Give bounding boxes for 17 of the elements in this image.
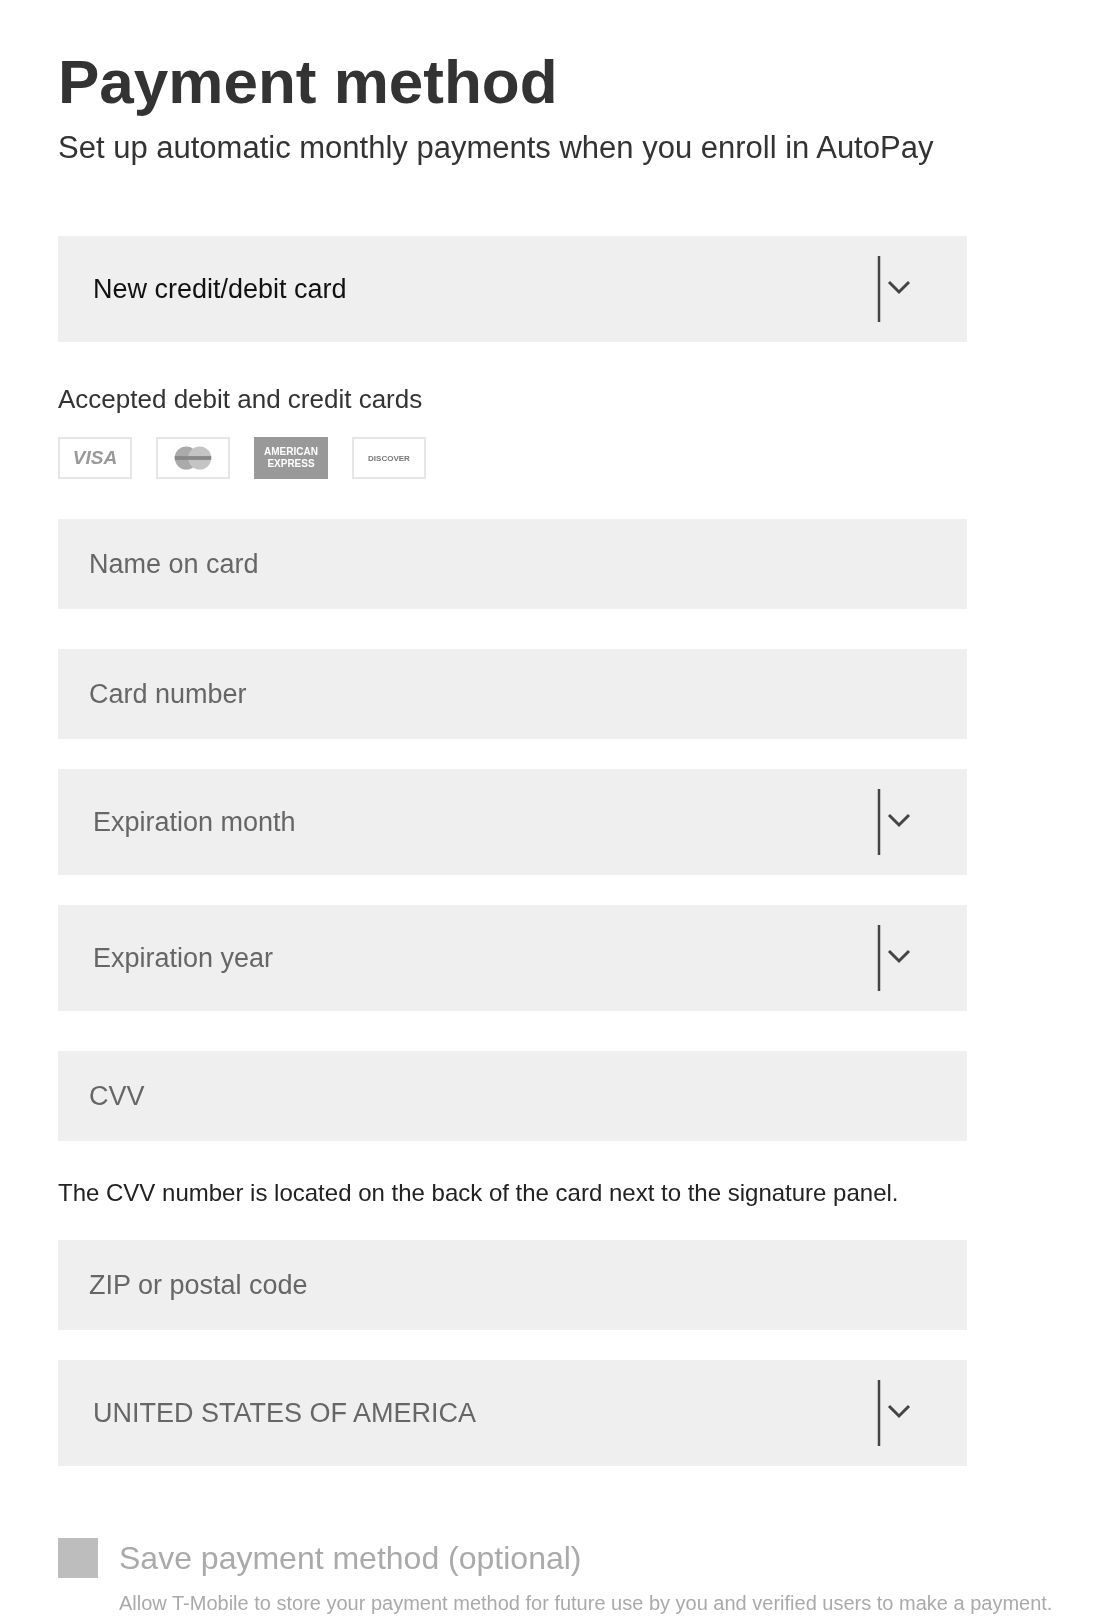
page-title: Payment method xyxy=(58,46,558,118)
input-field[interactable]: Name on card xyxy=(58,519,967,609)
card-logo: AMERICAN EXPRESS xyxy=(254,437,328,479)
input-field[interactable]: CVV xyxy=(58,1051,967,1141)
page-subtitle: Set up automatic monthly payments when you enroll in AutoPay xyxy=(58,130,934,166)
input-field[interactable]: Card number xyxy=(58,649,967,739)
dropdown-field[interactable]: UNITED STATES OF AMERICA xyxy=(58,1360,967,1466)
payment-type-dropdown[interactable]: New credit/debit card xyxy=(58,236,967,342)
input-field[interactable]: ZIP or postal code xyxy=(58,1240,967,1330)
dropdown-field[interactable]: Expiration month xyxy=(58,769,967,875)
card-logo: VISA xyxy=(58,437,132,479)
help-text: The CVV number is located on the back of the card next to the signature panel. xyxy=(58,1179,899,1207)
accepted-cards-label: Accepted debit and credit cards xyxy=(58,384,423,415)
card-logo: DISCOVER xyxy=(352,437,426,479)
checkbox-description: Allow T-Mobile to store your payment method for future use by you and verified users to make a payment. xyxy=(119,1592,1053,1615)
checkbox-label: Save payment method (optional) xyxy=(119,1539,582,1578)
dropdown-field[interactable]: Expiration year xyxy=(58,905,967,1011)
